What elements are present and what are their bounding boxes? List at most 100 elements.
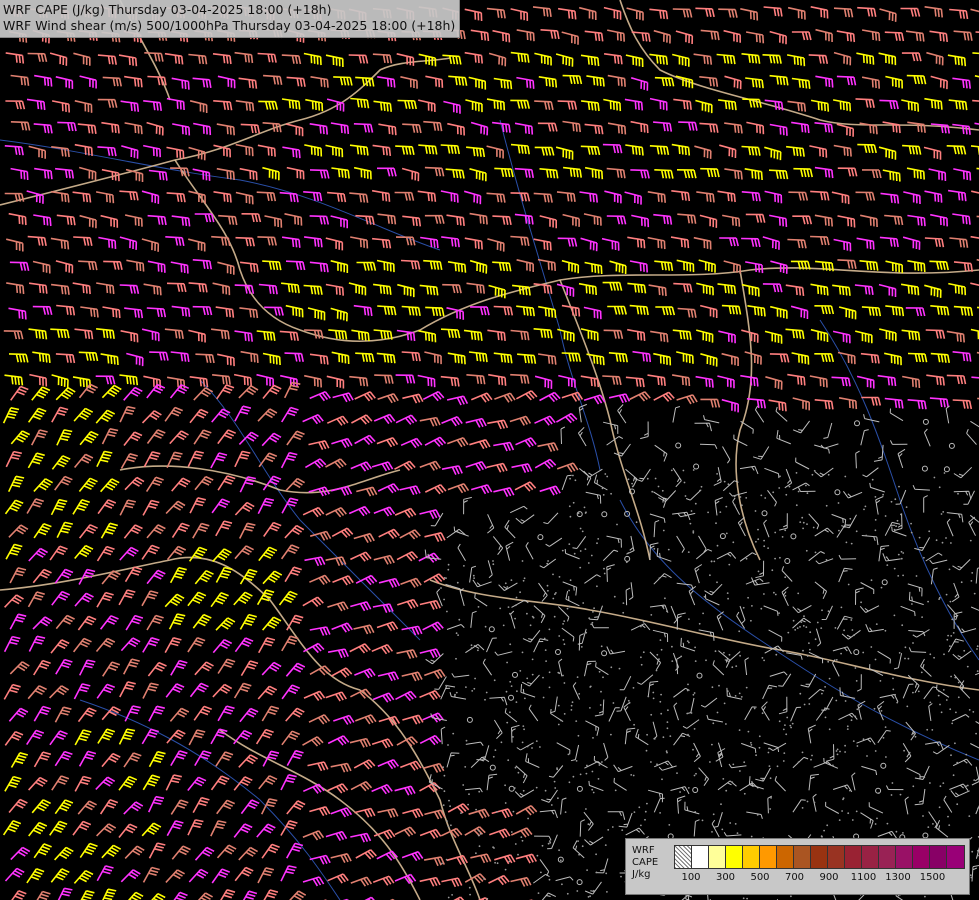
cape-stipple <box>531 673 534 676</box>
wind-barb <box>325 556 347 567</box>
wind-barb <box>4 867 25 882</box>
cape-stipple <box>866 755 868 757</box>
cape-stipple <box>502 624 505 627</box>
wind-barb <box>235 100 255 112</box>
cape-stipple <box>972 711 975 713</box>
wind-barb <box>146 614 164 631</box>
cape-stipple <box>650 761 652 763</box>
cape-stipple <box>912 642 914 644</box>
wind-barb <box>696 191 715 203</box>
wind-barb <box>118 823 138 838</box>
cape-stipple <box>806 800 809 803</box>
wind-barb <box>33 843 52 859</box>
wind-barb <box>906 767 921 780</box>
wind-barb <box>885 75 903 89</box>
wind-barb <box>861 169 882 179</box>
wind-barb <box>401 671 423 682</box>
wind-barb <box>55 167 74 179</box>
wind-barb <box>608 352 628 363</box>
wind-barb <box>424 809 446 820</box>
cape-stipple <box>813 469 816 472</box>
cape-stipple <box>590 623 593 626</box>
cape-stipple <box>945 593 948 596</box>
cape-stipple <box>646 802 648 805</box>
wind-barb <box>307 307 326 321</box>
wind-barb <box>511 599 529 608</box>
cape-stipple <box>650 713 653 716</box>
wind-barb <box>469 168 487 182</box>
cape-stipple <box>499 607 502 610</box>
wind-barb <box>972 52 979 55</box>
wind-barb <box>877 374 897 387</box>
cape-stipple <box>583 506 586 509</box>
wind-barb <box>579 6 597 21</box>
cape-stipple <box>860 601 862 604</box>
wind-barb <box>949 8 969 20</box>
wind-barb <box>541 789 558 803</box>
cape-stipple <box>442 804 445 806</box>
wind-barb <box>400 437 423 449</box>
wind-barb <box>74 775 92 792</box>
wind-barb <box>856 52 875 65</box>
wind-barb <box>952 399 973 410</box>
wind-barb <box>377 758 400 770</box>
cape-stipple <box>492 755 495 758</box>
cape-stipple <box>945 537 947 539</box>
wind-barb <box>719 144 737 159</box>
cape-stipple <box>567 753 570 756</box>
cape-stipple <box>589 707 591 709</box>
wind-barb <box>233 776 253 791</box>
cape-stipple <box>610 666 613 669</box>
cape-stipple <box>723 651 725 654</box>
wind-barb <box>626 7 644 21</box>
cape-stipple <box>774 593 777 596</box>
wind-barb <box>147 661 167 677</box>
wind-barb <box>578 282 597 296</box>
wind-barb <box>769 353 790 363</box>
wind-barb <box>171 215 191 227</box>
wind-barb <box>561 304 581 317</box>
wind-barb <box>676 656 681 675</box>
wind-barb <box>97 98 118 108</box>
cape-stipple <box>811 754 813 757</box>
wind-barb <box>73 236 93 246</box>
cape-stipple <box>763 659 765 662</box>
wind-barb <box>859 260 879 271</box>
cape-stipple <box>912 691 914 694</box>
wind-barb <box>49 545 68 561</box>
wind-barb <box>694 422 712 432</box>
cape-stipple <box>566 607 569 610</box>
cape-stipple <box>577 840 579 842</box>
wind-barb <box>6 282 25 295</box>
cape-stipple <box>576 676 579 678</box>
wind-barb <box>377 167 397 177</box>
wind-barb <box>952 650 972 661</box>
wind-barb <box>146 383 166 399</box>
wind-barb <box>187 591 207 607</box>
wind-barb <box>256 191 277 202</box>
wind-barb <box>769 74 789 86</box>
wind-barb <box>99 478 120 493</box>
cape-stipple <box>763 545 766 548</box>
wind-barb <box>810 190 830 201</box>
cape-stipple <box>586 764 588 767</box>
wind-barb <box>949 783 969 791</box>
cape-stipple <box>784 724 786 726</box>
wind-barb <box>932 744 950 755</box>
wind-barb <box>233 591 253 606</box>
wind-barb <box>286 842 304 859</box>
cape-stipple <box>892 677 894 680</box>
wind-barb <box>594 699 605 717</box>
wind-barb <box>678 121 698 131</box>
wind-barb <box>356 486 378 497</box>
wind-barb <box>238 754 258 768</box>
cape-stipple <box>785 733 788 736</box>
cape-stipple <box>598 670 601 673</box>
wind-barb <box>425 653 444 665</box>
cape-stipple <box>687 683 689 686</box>
wind-barb <box>653 29 671 44</box>
cape-stipple <box>725 505 728 508</box>
wind-barb <box>514 481 537 492</box>
wind-barb <box>165 500 186 515</box>
wind-barb <box>707 894 711 900</box>
